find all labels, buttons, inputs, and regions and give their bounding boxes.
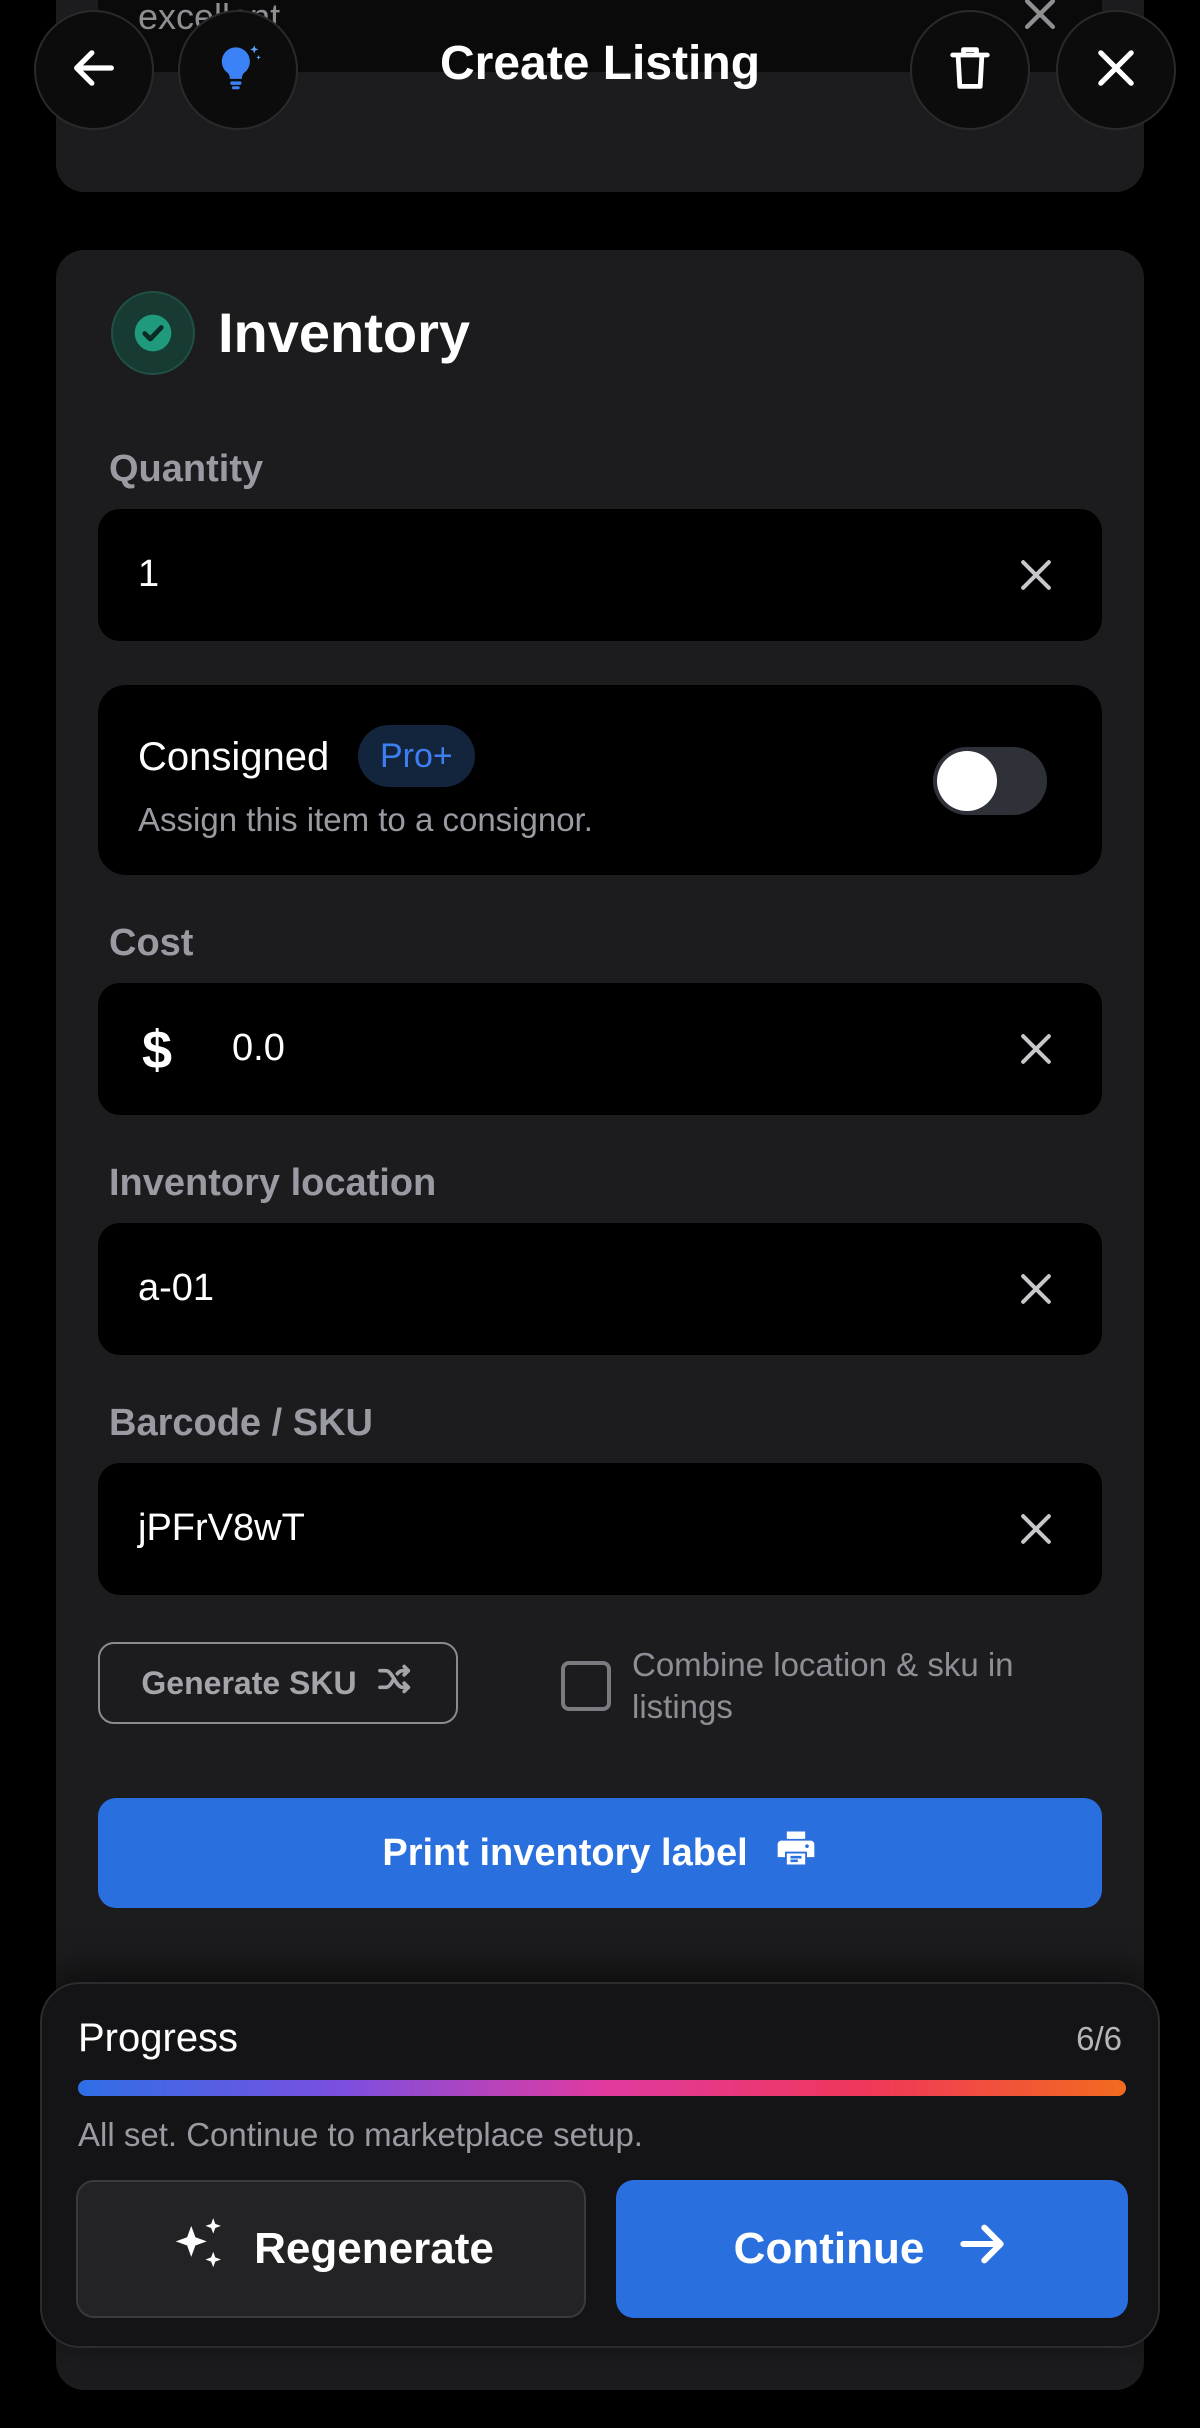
print-label-button[interactable]: Print inventory label: [98, 1798, 1102, 1908]
clear-icon[interactable]: [1014, 1507, 1058, 1551]
close-icon: [1090, 42, 1142, 99]
progress-count: 6/6: [1076, 2020, 1122, 2057]
location-field[interactable]: a-01: [98, 1223, 1102, 1355]
clear-icon[interactable]: [1014, 1027, 1058, 1071]
combine-label: Combine location & sku in listings: [632, 1646, 1014, 1725]
printer-icon: [774, 1826, 818, 1880]
quantity-label: Quantity: [109, 448, 264, 490]
top-bar: Create Listing: [0, 0, 1200, 140]
pro-badge: Pro+: [358, 725, 475, 787]
progress-bar-fill: [78, 2080, 1126, 2096]
section-title: Inventory: [218, 301, 471, 364]
clear-icon[interactable]: [1014, 1267, 1058, 1311]
cost-field[interactable]: $ 0.0: [98, 983, 1102, 1115]
sku-value: jPFrV8wT: [138, 1507, 305, 1549]
create-listing-screen: excellent Create Listing: [0, 0, 1200, 2428]
combine-checkbox[interactable]: [561, 1661, 611, 1711]
sku-field[interactable]: jPFrV8wT: [98, 1463, 1102, 1595]
arrow-right-icon: [954, 2216, 1010, 2283]
regenerate-button[interactable]: Regenerate: [76, 2180, 586, 2318]
progress-bar: [78, 2080, 1126, 2096]
delete-button[interactable]: [910, 10, 1030, 130]
cost-label: Cost: [109, 922, 194, 964]
progress-panel: Progress 6/6 All set. Continue to market…: [40, 1982, 1160, 2348]
generate-sku-label: Generate SKU: [141, 1664, 357, 1701]
print-label-text: Print inventory label: [382, 1831, 748, 1874]
location-label: Inventory location: [109, 1162, 437, 1204]
consigned-description: Assign this item to a consignor.: [138, 801, 593, 838]
progress-message: All set. Continue to marketplace setup.: [78, 2116, 643, 2153]
regenerate-label: Regenerate: [254, 2224, 494, 2273]
quantity-field[interactable]: 1: [98, 509, 1102, 641]
shuffle-icon: [375, 1659, 415, 1707]
check-circle-icon: [111, 291, 195, 375]
dollar-icon: $: [142, 1020, 173, 1080]
continue-button[interactable]: Continue: [616, 2180, 1128, 2318]
quantity-value: 1: [138, 553, 160, 595]
trash-icon: [944, 42, 996, 99]
consigned-toggle[interactable]: [933, 747, 1047, 815]
cost-value: 0.0: [232, 1027, 285, 1069]
clear-icon[interactable]: [1014, 553, 1058, 597]
location-value: a-01: [138, 1267, 215, 1309]
progress-label: Progress: [78, 2016, 239, 2060]
close-button[interactable]: [1056, 10, 1176, 130]
consigned-title: Consigned: [138, 735, 330, 779]
toggle-knob: [937, 751, 997, 811]
continue-label: Continue: [733, 2224, 925, 2273]
generate-sku-button[interactable]: Generate SKU: [98, 1642, 458, 1724]
sparkles-icon: [168, 2213, 230, 2286]
sku-label: Barcode / SKU: [109, 1402, 373, 1444]
consigned-row: Consigned Pro+ Assign this item to a con…: [98, 685, 1102, 875]
